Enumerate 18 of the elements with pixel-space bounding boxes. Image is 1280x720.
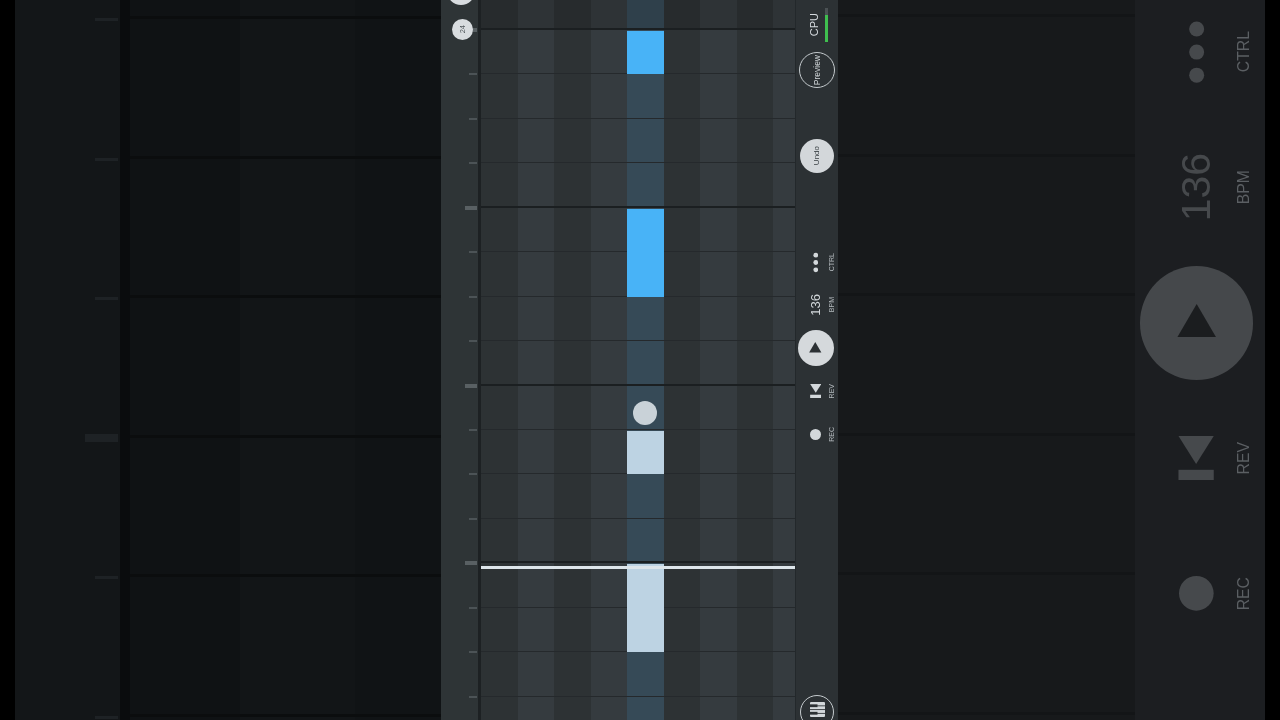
play-icon [1176,303,1217,337]
note-block[interactable] [627,31,664,75]
skip-to-start-icon [809,384,822,398]
record-dot-icon [1179,576,1214,612]
note-handle[interactable] [633,401,658,425]
piano-keys-icon [809,701,825,717]
play-button[interactable] [797,330,834,366]
rec-label: REC [1235,577,1252,611]
skip-to-start-icon [1178,436,1215,481]
rev-label: REV [1235,442,1252,475]
bpm-label: BPM [1235,170,1252,205]
play-icon [809,342,822,353]
note-block[interactable] [627,431,664,475]
ctrl-label: CTRL [1235,31,1252,73]
dots-icon [812,251,819,273]
undo-button[interactable]: Undo [800,139,834,173]
record-dot-icon [810,428,821,440]
cpu-label: CPU [809,13,820,37]
